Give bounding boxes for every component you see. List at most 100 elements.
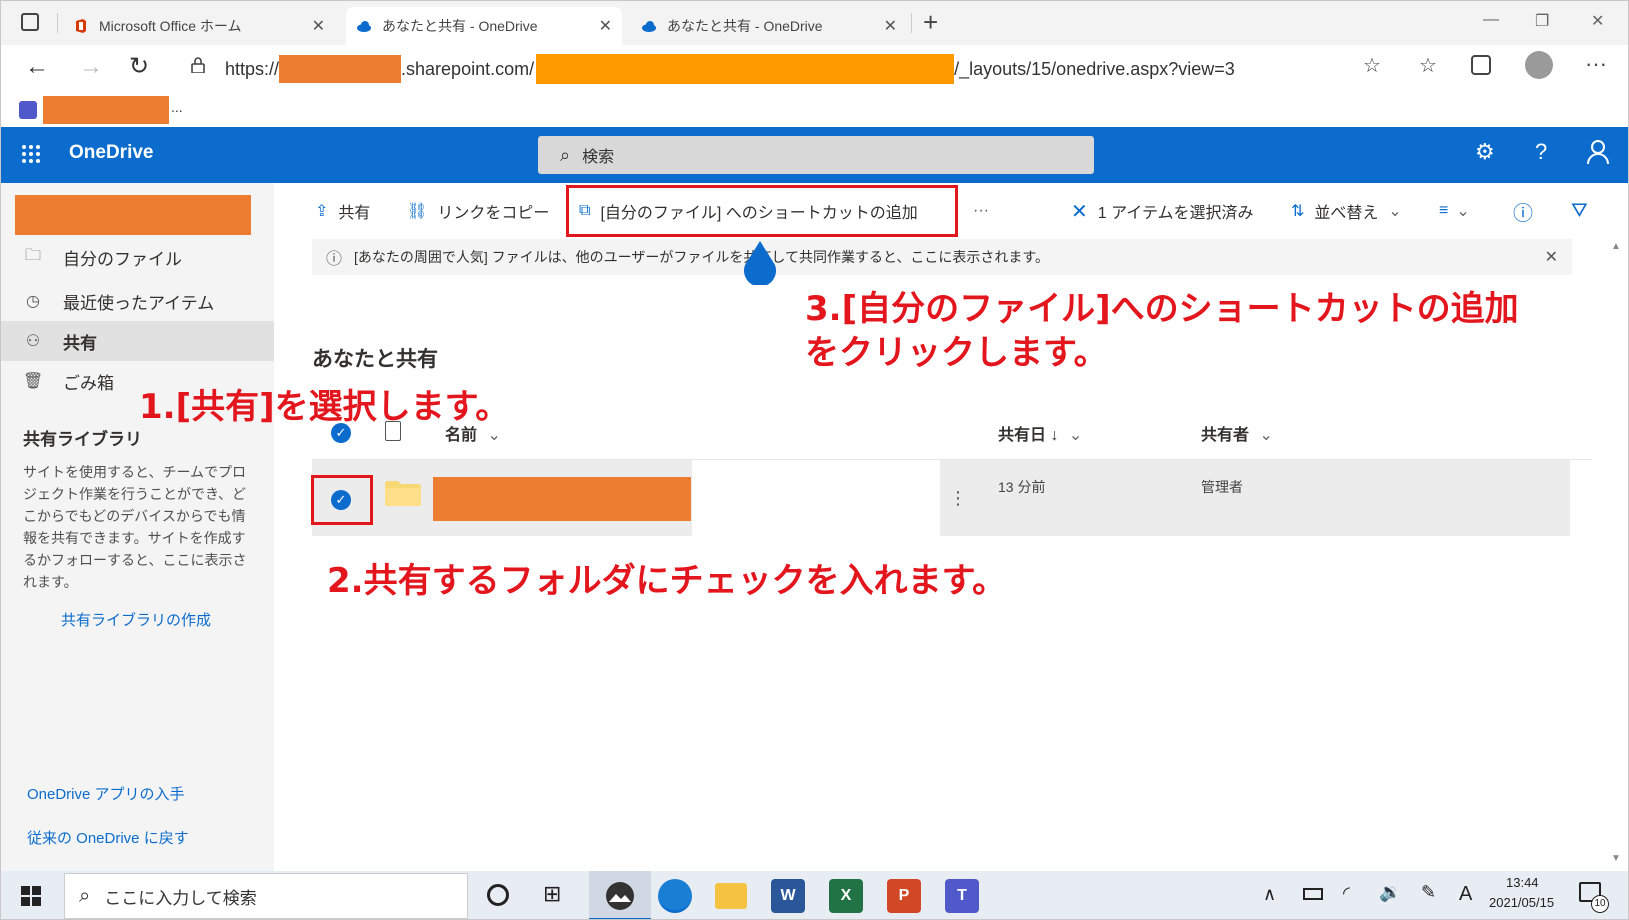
chevron-down-icon: ⌄ [1259,427,1273,444]
account-icon[interactable] [1587,139,1609,165]
tab-label: あなたと共有 - OneDrive [382,18,538,34]
show-hidden-icons[interactable]: ∧ [1263,884,1276,905]
cursor-droplet [741,241,779,287]
app-launcher-icon[interactable] [21,144,41,164]
column-shared-by[interactable]: 共有者 ⌄ [1201,421,1273,445]
clock-time[interactable]: 13:44 [1506,875,1539,890]
refresh-button[interactable]: ↻ [129,52,149,81]
battery-icon[interactable] [1303,888,1323,900]
back-button[interactable]: ← [25,53,49,81]
search-placeholder: 検索 [582,149,615,166]
address-bar-row: ← → ↻ https:// .sharepoint.com/ /_layout… [1,45,1628,93]
notification-count: 10 [1591,895,1609,913]
sort-command[interactable]: ⇅ 並べ替え ⌄ [1291,197,1402,225]
tab-actions-icon[interactable] [21,13,39,31]
nav-recent[interactable]: ◷ 最近使ったアイテム [1,281,274,321]
scroll-down-arrow[interactable]: ▼ [1611,853,1621,864]
table-row-right-part[interactable] [940,460,1570,536]
more-commands[interactable]: ··· [973,197,989,225]
onedrive-header: OneDrive ⌕ 検索 ⚙ ? [1,127,1628,183]
teams-bookmark-icon[interactable] [19,101,37,119]
share-command[interactable]: ⇪ 共有 [315,197,370,225]
row-shared-by: 管理者 [1201,479,1243,495]
restore-button[interactable]: ❐ [1535,11,1549,31]
info-message-bar: ⓘ [あなたの周囲で人気] ファイルは、他のユーザーがファイルを共有して共同作業… [312,239,1572,275]
create-shared-library-link[interactable]: 共有ライブラリの作成 [61,609,211,630]
info-pane-icon[interactable]: ⓘ [1513,197,1533,225]
more-menu-icon[interactable]: ··· [1585,51,1607,77]
collections-icon[interactable] [1471,55,1491,75]
redacted-path [536,54,955,84]
settings-gear-icon[interactable]: ⚙ [1475,139,1495,165]
people-icon: ⚇ [25,333,41,350]
chevron-down-icon: ⌄ [1068,427,1083,444]
folder-icon: 🗀 [24,246,41,264]
windows-start-icon[interactable] [21,886,41,906]
file-explorer-icon[interactable] [715,883,747,909]
nav-label: ごみ箱 [63,373,114,393]
filter-icon[interactable]: ⛛ [1571,197,1588,225]
add-favorite-icon[interactable]: ☆ [1363,53,1381,78]
return-classic-onedrive-link[interactable]: 従来の OneDrive に戻す [27,827,189,848]
close-icon[interactable]: ✕ [312,16,325,36]
copy-link-command[interactable]: ⛓ リンクをコピー [407,197,549,225]
info-icon: ⓘ [326,251,343,268]
share-label: 共有 [338,205,371,222]
minimize-button[interactable]: — [1483,11,1499,29]
favorites-icon[interactable]: ☆ [1419,53,1437,78]
forward-button[interactable]: → [79,53,103,81]
powerpoint-icon[interactable]: P [887,879,921,913]
onedrive-cloud-icon [642,21,656,32]
get-onedrive-apps-link[interactable]: OneDrive アプリの入手 [27,783,185,804]
url-field[interactable]: https:// .sharepoint.com/ /_layouts/15/o… [225,53,1325,85]
nav-label: 最近使ったアイテム [63,293,215,313]
selection-count-label: 1 アイテムを選択済み [1097,205,1254,222]
word-icon[interactable]: W [771,879,805,913]
taskbar-search-box[interactable]: ⌕ ここに入力して検索 [64,873,468,919]
column-shared-date[interactable]: 共有日 ↓ ⌄ [998,421,1082,445]
bookmark-more[interactable]: ... [171,99,183,115]
task-view-icon[interactable]: ⊞ [543,881,561,907]
photos-app-icon[interactable] [589,871,651,919]
clock-date[interactable]: 2021/05/15 [1489,895,1554,910]
network-icon[interactable]: ◜ [1343,883,1350,904]
copy-link-label: リンクをコピー [437,205,550,222]
tab-office-home[interactable]: Microsoft Office ホーム ✕ [63,7,335,45]
scroll-up-arrow[interactable]: ▲ [1611,241,1621,252]
selection-status[interactable]: ✕ 1 アイテムを選択済み [1071,197,1254,225]
chevron-down-icon: ⌄ [1388,203,1402,220]
dismiss-icon[interactable]: ✕ [1545,247,1558,267]
view-options-command[interactable]: ≡ ⌄ [1439,197,1470,225]
help-icon[interactable]: ? [1535,139,1547,165]
edge-icon[interactable] [658,879,692,913]
close-icon[interactable]: ✕ [599,16,612,36]
windows-taskbar: ⌕ ここに入力して検索 ⊞ W X P T ∧ ◜ 🔉 ✎ A 13:44 20… [1,871,1628,919]
annotation-step-3-line2: をクリックします。 [805,333,1108,373]
cortana-icon[interactable] [487,884,509,906]
annotation-step-1: 1.[共有]を選択します。 [139,387,510,427]
close-window-button[interactable]: ✕ [1591,11,1604,31]
close-icon[interactable]: ✕ [884,16,897,36]
tab-onedrive-shared-active[interactable]: あなたと共有 - OneDrive ✕ [346,7,622,45]
nav-shared[interactable]: ⚇ 共有 [1,321,274,361]
nav-my-files[interactable]: 🗀 自分のファイル [1,237,274,277]
clear-selection-icon[interactable]: ✕ [1071,199,1088,224]
app-name[interactable]: OneDrive [69,142,153,164]
volume-icon[interactable]: 🔉 [1379,882,1401,903]
tab-onedrive-shared[interactable]: あなたと共有 - OneDrive ✕ [631,7,907,45]
pen-icon[interactable]: ✎ [1421,882,1436,903]
profile-avatar[interactable] [1525,51,1553,79]
new-tab-button[interactable]: + [923,7,938,38]
sort-label: 並べ替え [1314,205,1379,222]
sort-icon: ⇅ [1291,203,1305,220]
tab-divider [911,13,912,33]
teams-icon[interactable]: T [945,879,979,913]
ime-indicator[interactable]: A [1459,883,1472,906]
search-box[interactable]: ⌕ 検索 [538,136,1094,174]
redacted-folder-name[interactable] [433,477,691,521]
shared-libraries-desc: サイトを使用すると、チームでプロジェクト作業を行うことができ、どこからでもどのデ… [23,464,247,590]
redacted-bookmark[interactable] [43,96,169,124]
lock-icon[interactable] [191,57,205,74]
row-more-menu[interactable]: ⋮ [949,488,967,509]
excel-icon[interactable]: X [829,879,863,913]
